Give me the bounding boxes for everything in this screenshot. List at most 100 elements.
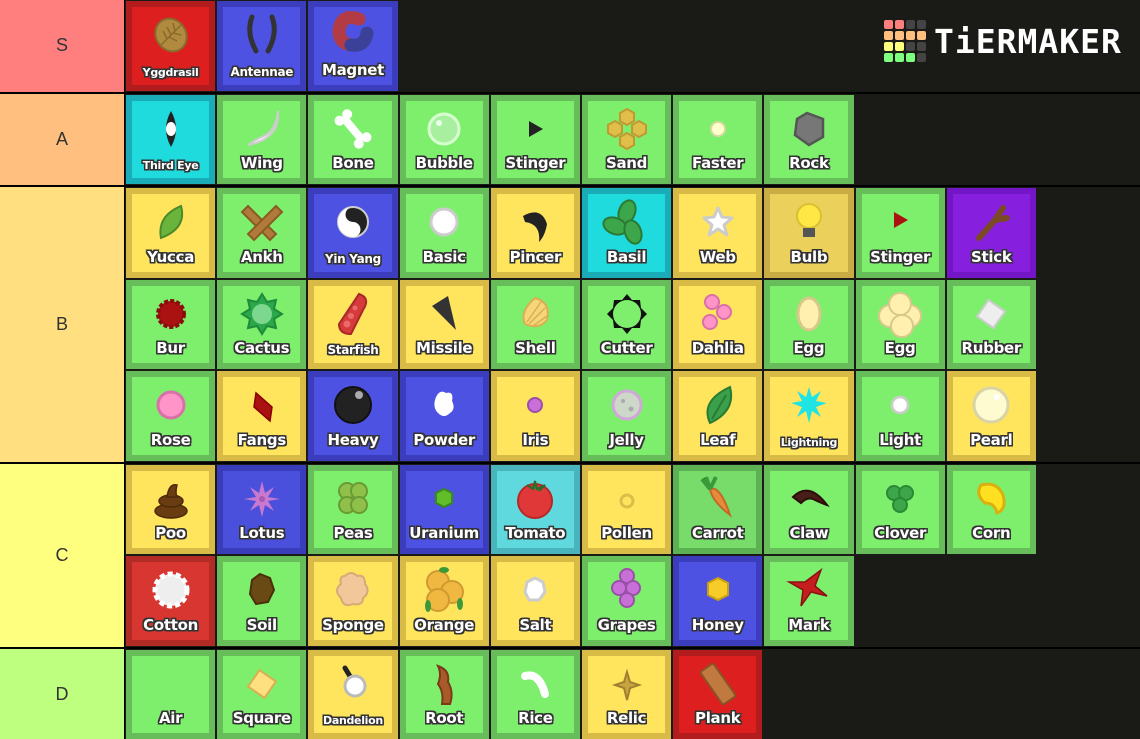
tier-item-bulb[interactable]: Bulb [763,187,855,279]
tier-item-pollen[interactable]: Pollen [580,463,673,555]
tier-item-cotton[interactable]: Cotton [125,555,217,647]
tier-item-air[interactable]: Air [125,648,217,739]
tier-item-peas[interactable]: Peas [307,463,399,555]
tier-item-basic[interactable]: Basic [398,187,490,279]
tier-item-bone[interactable]: Bone [307,93,399,185]
logo-grid-cell [906,20,915,29]
tier-item-sand[interactable]: Sand [580,93,673,185]
tier-item-rose[interactable]: Rose [125,370,217,462]
tier-item-egg[interactable]: Egg [854,278,946,370]
logo-grid-cell [884,42,893,51]
tomato-icon [511,475,559,523]
tier-item-grapes[interactable]: Grapes [580,555,673,647]
tier-item-honey[interactable]: Honey [672,555,764,647]
tier-item-antennae[interactable]: Antennae [216,0,308,92]
tier-item-salt[interactable]: Salt [489,555,581,647]
tier-item-plank[interactable]: Plank [672,648,764,739]
tier-item-lotus[interactable]: Lotus [216,463,308,555]
tier-item-shell[interactable]: Shell [489,278,581,370]
tier-item-root[interactable]: Root [398,648,490,739]
tier-item-poo[interactable]: Poo [125,463,217,555]
item-label: Third Eye [142,159,199,172]
tier-item-tomato[interactable]: Tomato [489,463,581,555]
item-label: Square [232,709,291,727]
tier-label-a[interactable]: A [0,93,125,185]
tier-item-rock[interactable]: Rock [763,93,855,185]
tier-item-light[interactable]: Light [854,370,946,462]
tier-items-a: Third Eye Wing Bone Bubble Stinger Sand Faster… [125,93,1128,185]
logo-text: TiERMAKER [934,21,1122,61]
item-label: Pincer [509,247,562,266]
tier-item-corn[interactable]: Corn [945,463,1037,555]
tier-item-missile[interactable]: Missile [398,278,490,370]
tier-item-third-eye[interactable]: Third Eye [125,93,217,185]
tier-item-soil[interactable]: Soil [216,555,308,647]
tier-item-web[interactable]: Web [672,187,764,279]
tier-item-stinger[interactable]: Stinger [489,93,581,185]
tier-item-basil[interactable]: Basil [580,187,673,279]
faster-icon [694,105,742,153]
tier-item-stinger[interactable]: Stinger [854,187,946,279]
tier-item-fangs[interactable]: Fangs [216,370,308,462]
tier-item-pearl[interactable]: Pearl [945,370,1037,462]
tier-item-powder[interactable]: Powder [398,370,490,462]
uranium-icon [420,475,468,523]
item-label: Fangs [237,430,287,449]
tier-item-square[interactable]: Square [216,648,308,739]
tiermaker-logo[interactable]: TiERMAKER [884,20,1122,62]
item-label: Stick [971,247,1012,266]
tier-item-bubble[interactable]: Bubble [398,93,490,185]
tier-item-cactus[interactable]: Cactus [216,278,308,370]
tier-item-orange[interactable]: Orange [398,555,490,647]
tier-item-carrot[interactable]: Carrot [672,463,764,555]
tier-item-stick[interactable]: Stick [945,187,1037,279]
tier-item-wing[interactable]: Wing [216,93,308,185]
tier-item-yin-yang[interactable]: Yin Yang [307,187,399,279]
item-label: Rubber [961,339,1022,357]
leaf-icon [694,381,742,429]
tier-item-claw[interactable]: Claw [763,463,855,555]
tier-item-yucca[interactable]: Yucca [125,187,217,279]
tier-item-jelly[interactable]: Jelly [580,370,673,462]
item-label: Relic [606,709,647,727]
tier-item-faster[interactable]: Faster [672,93,764,185]
tier-label-s[interactable]: S [0,0,125,92]
tier-item-mark[interactable]: Mark [763,555,855,647]
tier-item-lightning[interactable]: Lightning [763,370,855,462]
item-label: Stinger [870,247,931,266]
egg-cluster-icon [876,290,924,338]
tier-item-iris[interactable]: Iris [489,370,581,462]
tier-item-pincer[interactable]: Pincer [489,187,581,279]
basic-petal-icon [420,198,468,246]
tier-item-dahlia[interactable]: Dahlia [672,278,764,370]
logo-grid-cell [917,20,926,29]
tier-item-uranium[interactable]: Uranium [398,463,490,555]
egg-icon [785,290,833,338]
tier-item-egg[interactable]: Egg [763,278,855,370]
tier-item-leaf[interactable]: Leaf [672,370,764,462]
tier-item-rice[interactable]: Rice [489,648,581,739]
item-label: Basic [422,247,466,266]
tier-item-dandelion[interactable]: Dandelion [307,648,399,739]
tier-item-bur[interactable]: Bur [125,278,217,370]
tier-item-cutter[interactable]: Cutter [580,278,673,370]
tier-item-clover[interactable]: Clover [854,463,946,555]
grapes-icon [603,566,651,614]
item-label: Egg [793,339,825,357]
tier-item-heavy[interactable]: Heavy [307,370,399,462]
tier-item-yggdrasil[interactable]: Yggdrasil [125,0,217,92]
item-label: Stinger [505,154,566,172]
tier-label-c[interactable]: C [0,463,125,647]
tier-item-starfish[interactable]: Starfish [307,278,399,370]
soil-icon [238,566,286,614]
tier-item-rubber[interactable]: Rubber [945,278,1037,370]
tier-label-b[interactable]: B [0,187,125,462]
item-label: Lightning [780,435,838,449]
tier-label-d[interactable]: D [0,648,125,739]
tier-row-a: A Third Eye Wing Bone Bubble Stinger Sand Faste… [0,93,1140,187]
tier-item-magnet[interactable]: Magnet [307,0,399,92]
relic-icon [603,660,651,708]
tier-item-relic[interactable]: Relic [580,648,673,739]
tier-item-ankh[interactable]: Ankh [216,187,308,279]
tier-item-sponge[interactable]: Sponge [307,555,399,647]
